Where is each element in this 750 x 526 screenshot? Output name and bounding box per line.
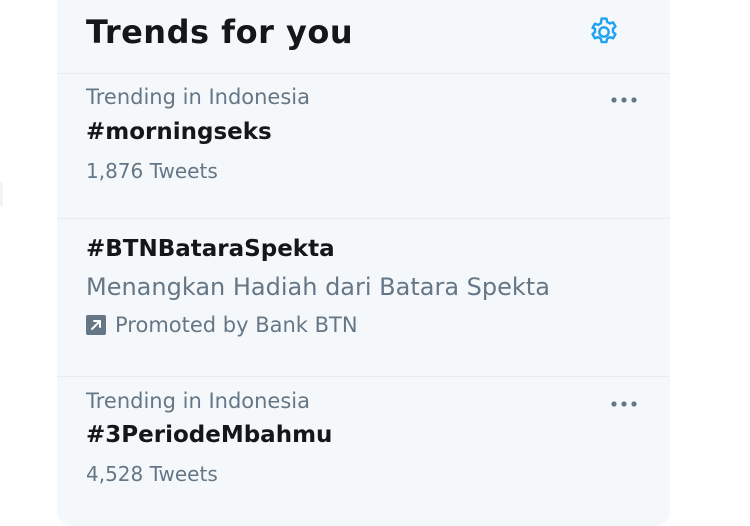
left-edge-divider [0, 182, 3, 206]
trend-more-button[interactable] [602, 392, 646, 416]
trend-hashtag: #3PeriodeMbahmu [86, 422, 333, 448]
trend-item[interactable]: Trending in Indonesia #3PeriodeMbahmu 4,… [57, 377, 670, 526]
trend-description: Menangkan Hadiah dari Batara Spekta [86, 273, 550, 301]
trends-title: Trends for you [86, 13, 354, 51]
promoted-label: Promoted by Bank BTN [86, 312, 358, 338]
trend-context: Trending in Indonesia [86, 389, 310, 413]
promoted-icon [86, 315, 106, 335]
trends-panel: Trends for you Trending in Indonesia #mo… [57, 0, 670, 526]
trend-hashtag: #morningseks [86, 119, 272, 145]
promoted-trend-item[interactable]: #BTNBataraSpekta Menangkan Hadiah dari B… [57, 219, 670, 377]
trends-header: Trends for you [57, 0, 670, 74]
gear-icon [591, 17, 617, 44]
settings-button[interactable] [584, 12, 624, 52]
trend-hashtag: #BTNBataraSpekta [86, 236, 335, 262]
more-icon [611, 401, 637, 407]
trend-item[interactable]: Trending in Indonesia #morningseks 1,876… [57, 74, 670, 219]
more-icon [611, 97, 637, 103]
trend-context: Trending in Indonesia [86, 85, 310, 109]
promoted-by-text: Promoted by Bank BTN [115, 313, 358, 337]
trend-tweet-count: 1,876 Tweets [86, 159, 218, 183]
trend-more-button[interactable] [602, 88, 646, 112]
trend-tweet-count: 4,528 Tweets [86, 462, 218, 486]
